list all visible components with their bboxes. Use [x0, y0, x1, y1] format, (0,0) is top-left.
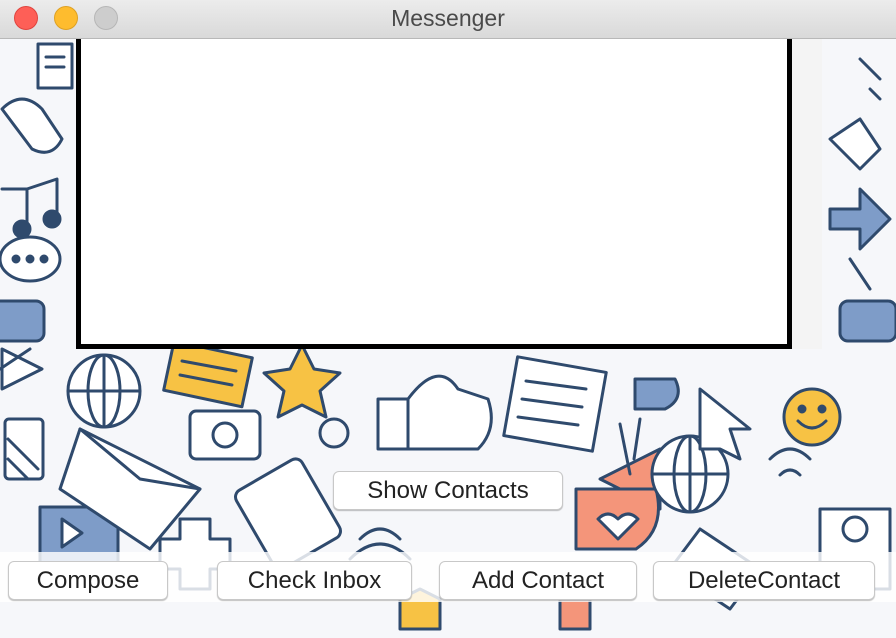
compose-button[interactable]: Compose	[8, 561, 168, 600]
window-title: Messenger	[391, 5, 505, 31]
window-content: Show Contacts Compose Check Inbox Add Co…	[0, 39, 896, 638]
title-bar: Messenger	[0, 0, 896, 39]
message-list[interactable]	[76, 39, 792, 349]
show-contacts-button[interactable]: Show Contacts	[333, 471, 563, 510]
delete-contact-button[interactable]: DeleteContact	[653, 561, 875, 600]
add-contact-button[interactable]: Add Contact	[439, 561, 637, 600]
check-inbox-button[interactable]: Check Inbox	[217, 561, 412, 600]
